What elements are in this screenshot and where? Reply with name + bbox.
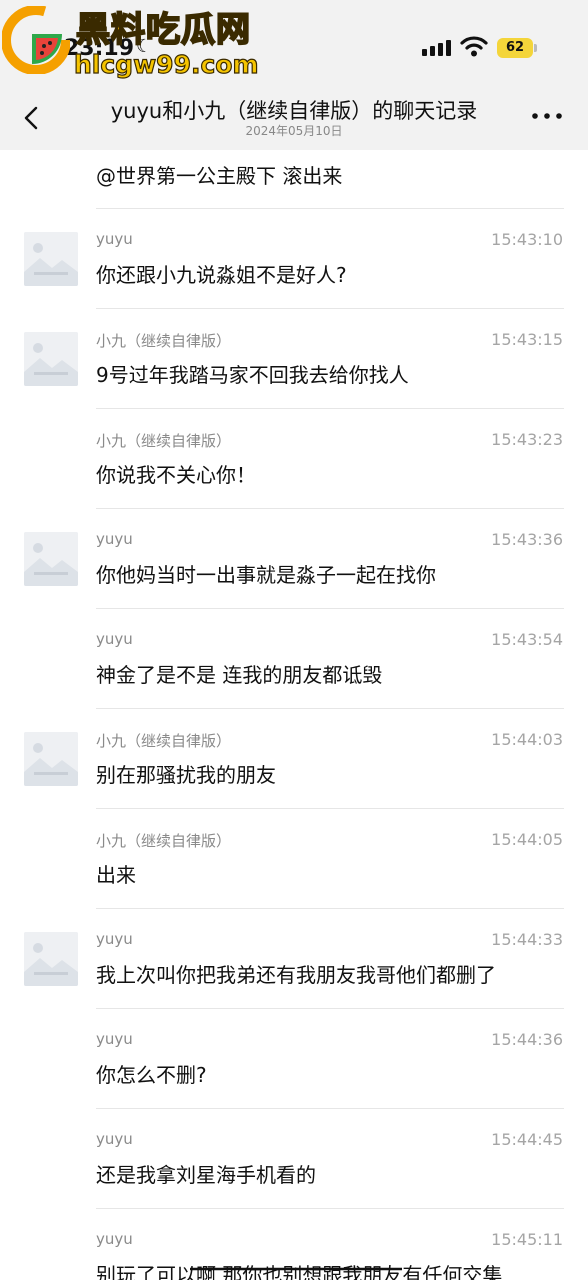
message-sender: yuyu [96, 930, 133, 948]
message-row: 小九（继续自律版） 15:44:03 别在那骚扰我的朋友 [0, 709, 588, 808]
message-row: yuyu 15:43:10 你还跟小九说淼姐不是好人? [0, 209, 588, 308]
message-row: 小九（继续自律版） 15:44:05 出来 [0, 809, 588, 908]
message-text: 还是我拿刘星海手机看的 [96, 1163, 316, 1187]
list-item: @世界第一公主殿下 滚出来 [0, 150, 588, 208]
message-row: 小九（继续自律版） 15:43:23 你说我不关心你！ [0, 409, 588, 508]
cellular-signal-icon [422, 40, 451, 56]
message-sender: yuyu [96, 230, 133, 248]
message-row: yuyu 15:44:33 我上次叫你把我弟还有我朋友我哥他们都删了 [0, 909, 588, 1008]
message-sender: yuyu [96, 1030, 133, 1048]
message-time: 15:43:10 [491, 230, 563, 249]
message-text: 9号过年我踏马家不回我去给你找人 [96, 363, 409, 387]
message-row: yuyu 15:44:45 还是我拿刘星海手机看的 [0, 1109, 588, 1208]
message-text: 你他妈当时一出事就是淼子一起在找你 [96, 563, 436, 587]
message-time: 15:43:54 [491, 630, 563, 649]
message-row: yuyu 15:43:36 你他妈当时一出事就是淼子一起在找你 [0, 509, 588, 608]
message-time: 15:44:33 [491, 930, 563, 949]
message-sender: yuyu [96, 630, 133, 648]
message-time: 15:44:36 [491, 1030, 563, 1049]
message-row: yuyu 15:43:54 神金了是不是 连我的朋友都诋毁 [0, 609, 588, 708]
message-time: 15:44:05 [491, 830, 563, 849]
image-placeholder-icon [24, 732, 78, 786]
image-placeholder-icon [24, 932, 78, 986]
message-time: 15:44:45 [491, 1130, 563, 1149]
message-row: yuyu 15:44:36 你怎么不删? [0, 1009, 588, 1108]
watermark-logo-icon [2, 6, 70, 74]
more-icon[interactable] [530, 106, 564, 126]
page-title: yuyu和小九（继续自律版）的聊天记录 [110, 99, 478, 123]
image-placeholder-icon [24, 232, 78, 286]
watermark-title: 黑料吃瓜网 [75, 9, 251, 51]
image-placeholder-icon [24, 332, 78, 386]
message-text: 出来 [96, 863, 136, 887]
message-row: 小九（继续自律版） 15:43:15 9号过年我踏马家不回我去给你找人 [0, 309, 588, 408]
message-sender: yuyu [96, 1230, 133, 1248]
battery-icon: 62 [497, 38, 533, 58]
avatar[interactable] [24, 732, 78, 786]
message-sender: yuyu [96, 530, 133, 548]
message-sender: 小九（继续自律版） [96, 332, 232, 350]
message-sender: yuyu [96, 1130, 133, 1148]
watermark-url: hlcgw99.com [73, 49, 259, 79]
message-text: 你说我不关心你！ [96, 463, 256, 487]
message-sender: 小九（继续自律版） [96, 432, 232, 450]
message-text: 神金了是不是 连我的朋友都诋毁 [96, 663, 383, 687]
battery-tip [534, 44, 537, 52]
message-text: 你怎么不删? [96, 1063, 207, 1087]
message-time: 15:43:36 [491, 530, 563, 549]
message-time: 15:44:03 [491, 730, 563, 749]
message-text: 你还跟小九说淼姐不是好人? [96, 263, 347, 287]
avatar[interactable] [24, 332, 78, 386]
message-time: 15:43:23 [491, 430, 563, 449]
message-text: 别在那骚扰我的朋友 [96, 763, 276, 787]
chat-header: yuyu和小九（继续自律版）的聊天记录 2024年05月10日 [0, 90, 588, 150]
message-time: 15:43:15 [491, 330, 563, 349]
strikethrough-scribble [190, 1267, 402, 1271]
message-time: 15:45:11 [491, 1230, 563, 1249]
message-list[interactable]: @世界第一公主殿下 滚出来 yuyu 15:43:10 你还跟小九说淼姐不是好人? 小… [0, 150, 588, 1280]
avatar[interactable] [24, 932, 78, 986]
message-sender: 小九（继续自律版） [96, 732, 232, 750]
wifi-icon [460, 36, 488, 57]
avatar[interactable] [24, 232, 78, 286]
image-placeholder-icon [24, 532, 78, 586]
watermark: 黑料吃瓜网 hlcgw99.com [0, 0, 290, 86]
avatar[interactable] [24, 532, 78, 586]
chat-date: 2024年05月10日 [245, 124, 343, 138]
message-text: @世界第一公主殿下 滚出来 [96, 164, 343, 188]
message-text: 我上次叫你把我弟还有我朋友我哥他们都删了 [96, 963, 496, 987]
message-sender: 小九（继续自律版） [96, 832, 232, 850]
